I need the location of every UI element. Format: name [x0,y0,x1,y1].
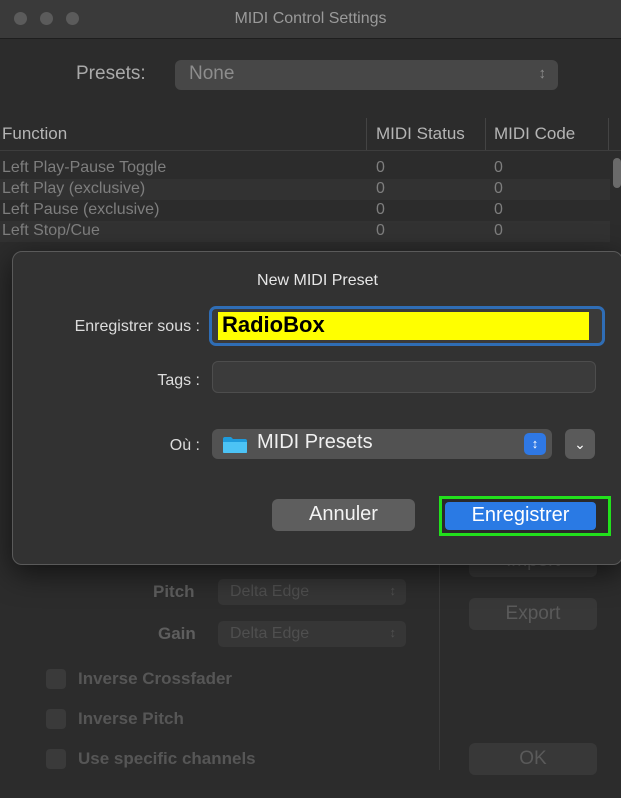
gain-select[interactable]: Delta Edge ↕ [218,621,406,647]
settings-panel: Import Pitch Delta Edge ↕ Export Gain De… [0,540,621,798]
use-specific-channels-checkbox[interactable] [46,749,66,769]
window-title: MIDI Control Settings [234,10,387,27]
column-header-midi-status[interactable]: MIDI Status [376,124,465,144]
table-row[interactable]: Left Play (exclusive) 0 0 [0,179,610,200]
table-row[interactable]: Left Stop/Cue 0 0 [0,221,610,242]
up-down-chevron-icon: ↕ [524,433,546,455]
presets-value: None [189,63,235,84]
save-button-highlight: Enregistrer [439,496,611,536]
save-as-value: RadioBox [222,312,325,337]
column-divider [608,118,609,150]
ok-button[interactable]: OK [469,743,597,775]
title-bar: MIDI Control Settings [0,0,621,39]
inverse-crossfader-checkbox[interactable] [46,669,66,689]
inverse-crossfader-label: Inverse Crossfader [78,669,233,688]
chevron-down-icon: ⌄ [574,436,586,452]
table-row[interactable]: Left Play-Pause Toggle 0 0 [0,158,610,179]
save-as-input[interactable]: RadioBox [209,306,605,346]
location-value: MIDI Presets [257,431,373,453]
midi-function-table: Function MIDI Status MIDI Code Left Play… [0,118,621,258]
table-header: Function MIDI Status MIDI Code [0,118,621,151]
table-scrollbar[interactable] [613,158,621,188]
presets-label: Presets: [76,63,146,84]
inverse-pitch-label: Inverse Pitch [78,709,184,728]
up-down-chevron-icon: ↕ [538,65,547,82]
inverse-pitch-checkbox[interactable] [46,709,66,729]
new-preset-dialog: New MIDI Preset Enregistrer sous : Radio… [12,251,621,565]
folder-icon [223,437,247,453]
pitch-select[interactable]: Delta Edge ↕ [218,579,406,605]
tags-label: Tags : [157,372,200,389]
save-as-label: Enregistrer sous : [74,318,200,335]
column-divider [366,118,367,150]
column-header-midi-code[interactable]: MIDI Code [494,124,575,144]
dialog-title: New MIDI Preset [257,272,378,289]
column-divider [485,118,486,150]
where-label: Où : [169,437,200,454]
column-header-function[interactable]: Function [2,124,67,144]
use-specific-channels-label: Use specific channels [78,749,256,768]
panel-divider [439,540,440,770]
presets-row: Presets: None ↕ [0,60,621,90]
gain-label: Gain [158,624,196,643]
pitch-label: Pitch [153,582,195,601]
presets-select[interactable]: None ↕ [175,60,558,90]
location-select[interactable]: MIDI Presets ↕ [212,429,552,459]
midi-settings-window: MIDI Control Settings Presets: None ↕ Fu… [0,0,621,798]
cancel-button[interactable]: Annuler [272,499,415,531]
up-down-chevron-icon: ↕ [389,583,397,598]
save-button[interactable]: Enregistrer [445,502,596,530]
table-row[interactable]: Left Pause (exclusive) 0 0 [0,200,610,221]
text-highlight: RadioBox [218,312,589,340]
export-button[interactable]: Export [469,598,597,630]
tags-input[interactable] [212,361,596,393]
expand-chevron-button[interactable]: ⌄ [565,429,595,459]
up-down-chevron-icon: ↕ [389,625,397,640]
